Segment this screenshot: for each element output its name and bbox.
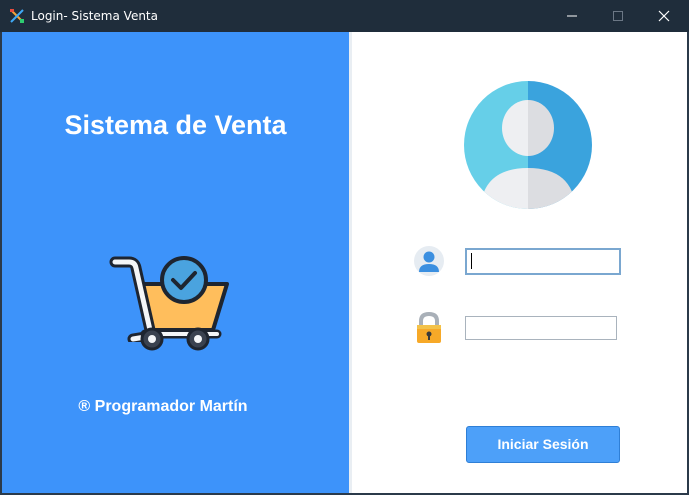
user-icon <box>414 246 444 276</box>
password-field[interactable] <box>465 316 617 340</box>
minimize-icon <box>567 15 577 17</box>
user-avatar-icon <box>464 81 592 209</box>
app-icon <box>10 9 24 23</box>
lock-icon <box>417 311 441 343</box>
maximize-icon <box>613 11 623 21</box>
close-icon <box>658 10 670 22</box>
close-button[interactable] <box>641 0 687 32</box>
brand-panel: Sistema de Venta ® Programador Martín <box>2 32 349 493</box>
cart-wheels <box>140 327 210 351</box>
text-cursor <box>471 253 472 269</box>
title-bar[interactable]: Login- Sistema Venta <box>0 0 689 32</box>
developer-credit: ® Programador Martín <box>78 398 248 415</box>
window-title: Login- Sistema Venta <box>31 9 158 23</box>
username-field[interactable] <box>465 248 621 275</box>
login-panel: Iniciar Sesión <box>352 32 687 493</box>
minimize-button[interactable] <box>549 0 595 32</box>
login-window: Login- Sistema Venta Sistema de Venta ® … <box>0 0 689 495</box>
app-title: Sistema de Venta <box>64 110 287 140</box>
maximize-button[interactable] <box>595 0 641 32</box>
login-button[interactable]: Iniciar Sesión <box>466 426 620 463</box>
